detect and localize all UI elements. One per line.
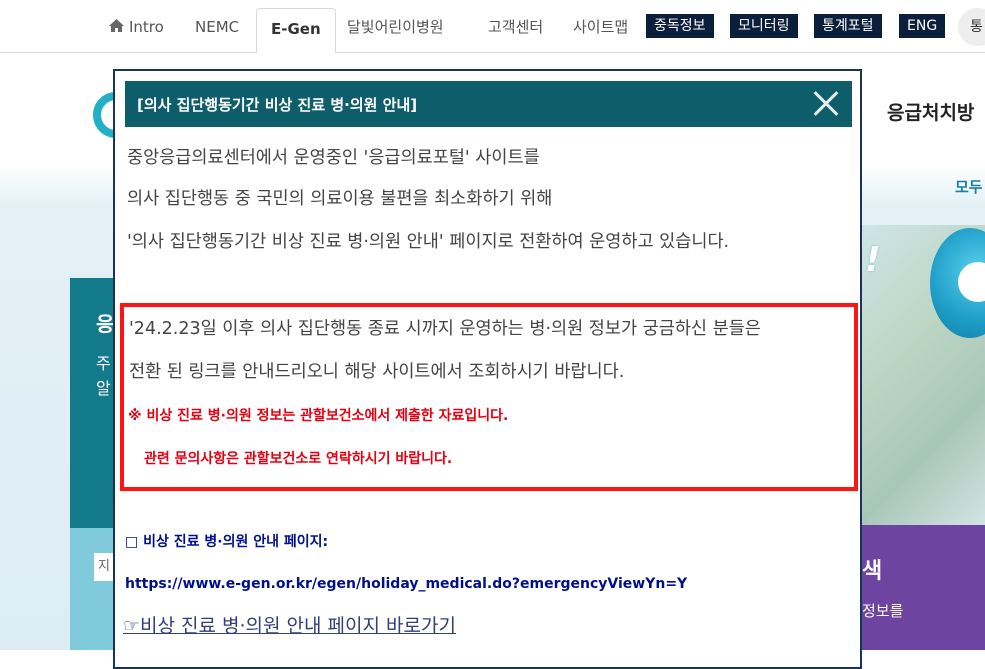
- nav-sitemap[interactable]: 사이트맵: [573, 0, 628, 52]
- highlighted-notice-box: '24.2.23일 이후 의사 집단행동 종료 시까지 운영하는 병·의원 정보…: [120, 303, 858, 491]
- intro-line-3: '의사 집단행동기간 비상 진료 병·의원 안내' 페이지로 전환하여 운영하고…: [127, 232, 730, 252]
- close-icon[interactable]: [808, 85, 844, 121]
- link-url[interactable]: https://www.e-gen.or.kr/egen/holiday_med…: [125, 576, 687, 592]
- right-search-panel[interactable]: 색 정보를: [862, 525, 985, 650]
- go-to-page-link[interactable]: ☞비상 진료 병·의원 안내 페이지 바로가기: [123, 611, 456, 638]
- intro-line-2: 의사 집단행동 중 국민의 의료이용 불편을 최소화하기 위해: [127, 189, 553, 209]
- nav-intro[interactable]: Intro: [109, 0, 164, 52]
- intro-line-1: 중앙응급의료센터에서 운영중인 '응급의료포털' 사이트를: [127, 148, 540, 168]
- nav-customer-center[interactable]: 고객센터: [488, 0, 543, 52]
- notice-red-line-2: 관련 문의사항은 관할보건소로 연락하시기 바랍니다.: [144, 451, 453, 467]
- left-panel-line1: 주: [96, 354, 111, 373]
- nav-nemc[interactable]: NEMC: [195, 0, 239, 52]
- notice-popup: [의사 집단행동기간 비상 진료 병·의원 안내] 중앙응급의료센터에서 운영중…: [113, 69, 862, 669]
- right-panel-sub: 정보를: [862, 602, 904, 620]
- integrated-search-button[interactable]: 통: [958, 8, 985, 46]
- notice-line-1: '24.2.23일 이후 의사 집단행동 종료 시까지 운영하는 병·의원 정보…: [129, 319, 761, 339]
- exclamation-mark: !: [865, 240, 881, 280]
- top-navigation: Intro NEMC E-Gen 달빛어린이병원 고객센터 사이트맵 중독정보 …: [0, 0, 985, 54]
- monitoring-button[interactable]: 모니터링: [730, 14, 798, 38]
- notice-red-line-1: ※ 비상 진료 병·의원 정보는 관할보건소에서 제출한 자료입니다.: [128, 408, 509, 424]
- popup-header: [의사 집단행동기간 비상 진료 병·의원 안내]: [125, 81, 852, 127]
- notice-line-2: 전환 된 링크를 안내드리오니 해당 사이트에서 조회하시기 바랍니다.: [129, 362, 625, 382]
- nav-egen[interactable]: E-Gen: [256, 8, 336, 54]
- right-top-label: 모두: [955, 178, 983, 196]
- nav-moonlight-children-hospital[interactable]: 달빛어린이병원: [347, 0, 444, 52]
- poison-info-button[interactable]: 중독정보: [646, 14, 714, 38]
- nav-intro-label: Intro: [129, 18, 164, 36]
- left-panel-heading: 응: [96, 312, 115, 336]
- english-button[interactable]: ENG: [899, 14, 946, 38]
- link-heading: □ 비상 진료 병·의원 안내 페이지:: [125, 534, 329, 550]
- home-icon: [109, 0, 124, 54]
- statistics-portal-button[interactable]: 통계포털: [814, 14, 882, 38]
- right-panel-title: 색: [862, 559, 883, 584]
- popup-title: [의사 집단행동기간 비상 진료 병·의원 안내]: [137, 96, 418, 114]
- header-menu-first-aid[interactable]: 응급처치방: [887, 98, 974, 125]
- left-panel-line2: 알: [96, 379, 111, 398]
